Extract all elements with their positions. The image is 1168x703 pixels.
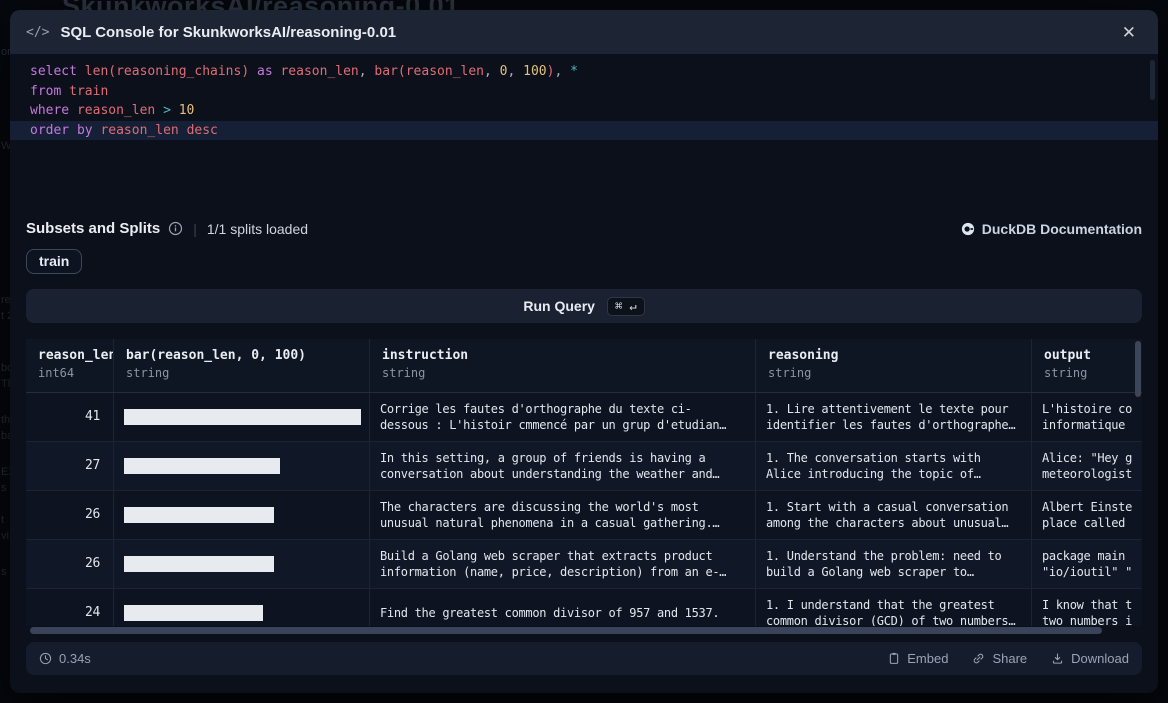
cell-instruction: In this setting, a group of friends is h… xyxy=(369,442,755,490)
bar-visualization xyxy=(124,556,274,572)
sql-line[interactable]: select len(reasoning_chains) as reason_l… xyxy=(10,62,1158,82)
share-link-icon xyxy=(972,652,985,665)
run-query-button[interactable]: Run Query ⌘ ↵ xyxy=(26,289,1142,323)
query-footer: 0.34s Embed xyxy=(26,642,1142,675)
cell-bar xyxy=(113,540,369,588)
splits-heading: Subsets and Splits xyxy=(26,220,160,237)
table-row[interactable]: 26 The characters are discussing the worl… xyxy=(26,491,1142,540)
background-fragment: s xyxy=(1,482,7,494)
col-header-reason-len[interactable]: reason_len int64 xyxy=(26,339,113,392)
cell-reasoning: 1. Understand the problem: need tobuild … xyxy=(755,540,1031,588)
sql-console-modal: </> SQL Console for SkunkworksAI/reasoni… xyxy=(10,10,1158,693)
cell-reason-len: 41 xyxy=(26,393,113,441)
bar-visualization xyxy=(124,507,274,523)
table-header: reason_len int64 bar(reason_len, 0, 100)… xyxy=(26,339,1142,393)
cell-output: Alice: "Hey gmeteorologist xyxy=(1031,442,1142,490)
table-horizontal-scrollbar-track xyxy=(26,627,1142,634)
duckdb-icon xyxy=(961,222,975,236)
background-fragment: vi xyxy=(1,530,9,542)
cell-instruction: Corrige les fautes d'orthographe du text… xyxy=(369,393,755,441)
code-icon: </> xyxy=(26,25,49,40)
cell-reason-len: 24 xyxy=(26,589,113,626)
sql-editor[interactable]: select len(reasoning_chains) as reason_l… xyxy=(10,54,1158,216)
table-body: 41 Corrige les fautes d'orthographe du te… xyxy=(26,393,1142,626)
divider: | xyxy=(193,221,197,237)
results-table: reason_len int64 bar(reason_len, 0, 100)… xyxy=(26,339,1142,626)
cell-reasoning: 1. Lire attentivement le texte pourident… xyxy=(755,393,1031,441)
split-chips: train xyxy=(26,249,1142,274)
cell-output: L'histoire coinformatique xyxy=(1031,393,1142,441)
embed-icon xyxy=(888,652,900,665)
duckdb-doc-link[interactable]: DuckDB Documentation xyxy=(961,221,1142,237)
table-row[interactable]: 41 Corrige les fautes d'orthographe du te… xyxy=(26,393,1142,442)
background-fragment: t xyxy=(1,514,4,526)
cell-reasoning: 1. I understand that the greatestcommon … xyxy=(755,589,1031,626)
modal-title: SQL Console for SkunkworksAI/reasoning-0… xyxy=(60,24,396,41)
clock-icon xyxy=(39,652,52,665)
cell-bar xyxy=(113,589,369,626)
table-row[interactable]: 24 Find the greatest common divisor of 95… xyxy=(26,589,1142,626)
editor-scrollbar[interactable] xyxy=(1150,60,1155,100)
sql-line[interactable]: from train xyxy=(10,82,1158,102)
col-header-instruction[interactable]: instruction string xyxy=(369,339,755,392)
cell-bar xyxy=(113,442,369,490)
footer-actions: Embed Share xyxy=(888,651,1129,666)
screen: SkunkworksAI/reasoning-0.01 orrWreet 2bo… xyxy=(0,0,1168,703)
col-header-reasoning[interactable]: reasoning string xyxy=(755,339,1031,392)
table-row[interactable]: 27 In this setting, a group of friends is… xyxy=(26,442,1142,491)
modal-titlebar: </> SQL Console for SkunkworksAI/reasoni… xyxy=(10,10,1158,54)
info-icon[interactable] xyxy=(168,221,183,236)
close-icon[interactable]: ✕ xyxy=(1116,20,1142,45)
split-chip-train[interactable]: train xyxy=(26,249,82,274)
bar-visualization xyxy=(124,409,361,425)
cell-instruction: The characters are discussing the world'… xyxy=(369,491,755,539)
table-row[interactable]: 26 Build a Golang web scraper that extrac… xyxy=(26,540,1142,589)
cell-reason-len: 26 xyxy=(26,540,113,588)
splits-status: 1/1 splits loaded xyxy=(207,221,308,237)
cell-instruction: Find the greatest common divisor of 957 … xyxy=(369,589,755,626)
download-button[interactable]: Download xyxy=(1051,651,1129,666)
cell-bar xyxy=(113,491,369,539)
run-query-label: Run Query xyxy=(523,298,595,314)
cell-output: Albert Einsteplace called xyxy=(1031,491,1142,539)
query-timing: 0.34s xyxy=(39,651,91,666)
col-header-output[interactable]: output string xyxy=(1031,339,1142,392)
share-button[interactable]: Share xyxy=(972,651,1027,666)
table-horizontal-scrollbar[interactable] xyxy=(30,627,1102,634)
col-header-bar[interactable]: bar(reason_len, 0, 100) string xyxy=(113,339,369,392)
bar-visualization xyxy=(124,458,280,474)
bar-visualization xyxy=(124,605,263,621)
sql-line[interactable]: where reason_len > 10 xyxy=(10,101,1158,121)
cell-reasoning: 1. The conversation starts withAlice int… xyxy=(755,442,1031,490)
cell-reason-len: 27 xyxy=(26,442,113,490)
cell-output: I know that ttwo numbers i xyxy=(1031,589,1142,626)
cell-output: package main "io/ioutil" " xyxy=(1031,540,1142,588)
cell-instruction: Build a Golang web scraper that extracts… xyxy=(369,540,755,588)
table-vertical-scrollbar[interactable] xyxy=(1135,341,1141,397)
cell-reason-len: 26 xyxy=(26,491,113,539)
background-fragment: s xyxy=(1,566,7,578)
splits-row: Subsets and Splits | 1/1 splits loaded xyxy=(26,220,1142,237)
sql-line-active[interactable]: order by reason_len desc xyxy=(10,121,1158,141)
download-icon xyxy=(1051,652,1064,665)
embed-button[interactable]: Embed xyxy=(888,651,948,666)
cell-bar xyxy=(113,393,369,441)
cell-reasoning: 1. Start with a casual conversationamong… xyxy=(755,491,1031,539)
kbd-shortcut: ⌘ ↵ xyxy=(607,297,645,316)
